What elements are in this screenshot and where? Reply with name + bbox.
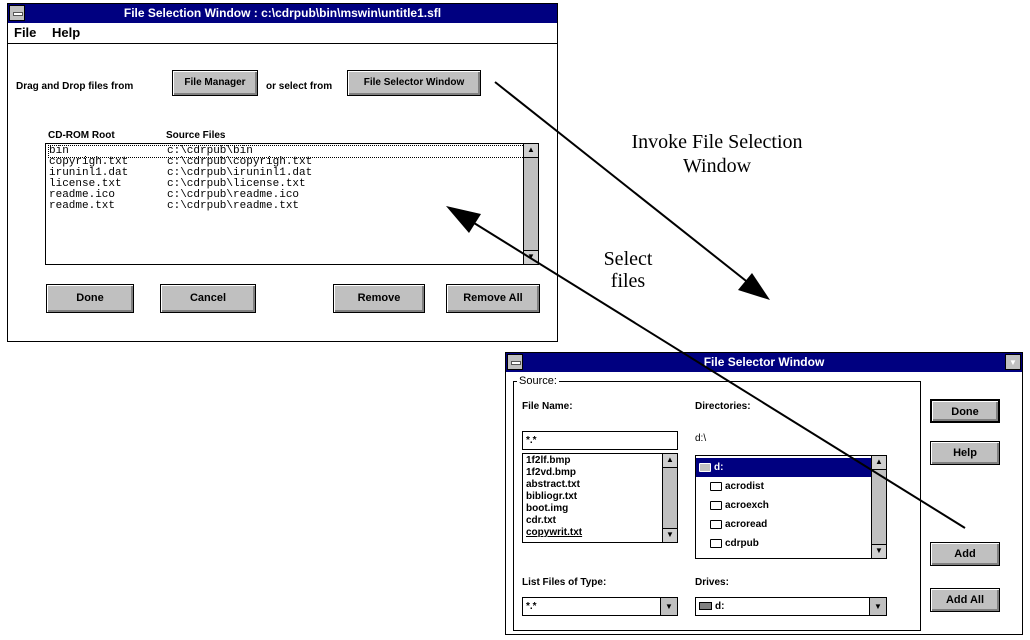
menu-bar: File Help bbox=[8, 23, 557, 44]
open-folder-icon bbox=[699, 462, 711, 472]
system-menu-icon[interactable] bbox=[9, 5, 25, 21]
folder-icon bbox=[710, 519, 722, 529]
directories-scrollbar[interactable]: ▲ ▼ bbox=[871, 456, 886, 558]
annotation-select: Select files bbox=[578, 248, 678, 292]
file-list-item[interactable]: abstract.txt bbox=[523, 479, 677, 491]
annotation-invoke-line2: Window bbox=[682, 155, 752, 177]
selector-done-button[interactable]: Done bbox=[930, 399, 1000, 423]
files-scrollbar[interactable]: ▲ ▼ bbox=[662, 454, 677, 542]
column-header-cdrom-root: CD-ROM Root bbox=[48, 130, 115, 141]
current-directory: d:\ bbox=[695, 433, 707, 444]
cancel-button[interactable]: Cancel bbox=[160, 284, 256, 313]
directory-list-item[interactable]: d: bbox=[696, 458, 871, 477]
selector-system-menu-icon[interactable] bbox=[507, 354, 523, 370]
directories-listbox-items: d: acrodist acroexch acroread cdrpub bbox=[696, 456, 886, 553]
selector-window-title: File Selector Window bbox=[703, 355, 825, 369]
folder-icon bbox=[710, 481, 722, 491]
directories-label: Directories: bbox=[695, 401, 751, 412]
folder-icon bbox=[710, 500, 722, 510]
file-selection-window: File Selection Window : c:\cdrpub\bin\ms… bbox=[7, 3, 558, 342]
directory-name: acrodist bbox=[725, 481, 764, 492]
file-type-select[interactable]: *.* ▼ bbox=[522, 597, 678, 616]
folder-icon bbox=[710, 538, 722, 548]
drives-dropdown-icon[interactable]: ▼ bbox=[869, 598, 886, 615]
directory-list-item[interactable]: acroexch bbox=[696, 496, 886, 515]
files-scroll-up-icon[interactable]: ▲ bbox=[663, 454, 677, 468]
scroll-up-icon[interactable]: ▲ bbox=[524, 144, 538, 158]
file-list-item[interactable]: 1f2vd.bmp bbox=[523, 467, 677, 479]
file-list-item[interactable]: cdr.txt bbox=[523, 515, 677, 527]
drag-drop-label: Drag and Drop files from bbox=[16, 81, 134, 92]
table-row[interactable]: readme.txt c:\cdrpub\readme.txt bbox=[49, 201, 538, 212]
file-type-dropdown-icon[interactable]: ▼ bbox=[660, 598, 677, 615]
drives-label: Drives: bbox=[695, 577, 729, 588]
files-listbox[interactable]: 1f2lf.bmp 1f2vd.bmp abstract.txt bibliogr.t… bbox=[522, 453, 678, 543]
selector-title-bar[interactable]: File Selector Window ▼ bbox=[506, 353, 1022, 372]
file-name-label: File Name: bbox=[522, 401, 573, 412]
annotation-select-line1: Select bbox=[603, 248, 653, 270]
scroll-down-icon[interactable]: ▼ bbox=[524, 250, 538, 264]
menu-file[interactable]: File bbox=[8, 23, 42, 40]
file-selector-window-button[interactable]: File Selector Window bbox=[347, 70, 481, 96]
file-type-value: *.* bbox=[526, 601, 537, 612]
files-listbox-items: 1f2lf.bmp 1f2vd.bmp abstract.txt bibliogr.t… bbox=[523, 454, 677, 539]
invoke-arrow-head-icon bbox=[738, 273, 770, 300]
file-list-item[interactable]: copywrit.txt bbox=[523, 527, 677, 539]
list-files-of-type-label: List Files of Type: bbox=[522, 577, 607, 588]
dirs-scroll-down-icon[interactable]: ▼ bbox=[872, 544, 886, 558]
directory-list-item[interactable]: cdrpub bbox=[696, 534, 886, 553]
source-label: Source: bbox=[517, 375, 559, 387]
minimize-icon[interactable]: ▼ bbox=[1005, 354, 1021, 370]
remove-button[interactable]: Remove bbox=[333, 284, 425, 313]
file-list-item[interactable]: 1f2lf.bmp bbox=[523, 455, 677, 467]
file-list-rows: bin c:\cdrpub\bin copyrigh.txt c:\cdrpub\co… bbox=[46, 144, 539, 212]
annotation-select-line2: files bbox=[610, 270, 646, 292]
file-list-item[interactable]: bibliogr.txt bbox=[523, 491, 677, 503]
directories-listbox[interactable]: d: acrodist acroexch acroread cdrpub ▲ ▼ bbox=[695, 455, 887, 559]
add-all-button[interactable]: Add All bbox=[930, 588, 1000, 612]
directory-name: acroread bbox=[725, 519, 768, 530]
directory-name: acroexch bbox=[725, 500, 769, 511]
directory-name: cdrpub bbox=[725, 538, 759, 549]
or-select-label: or select from bbox=[266, 81, 333, 92]
annotation-invoke: Invoke File Selection Window bbox=[592, 130, 842, 178]
column-header-source-files: Source Files bbox=[166, 130, 226, 141]
selector-help-button[interactable]: Help bbox=[930, 441, 1000, 465]
directory-list-item[interactable]: acroread bbox=[696, 515, 886, 534]
drives-select[interactable]: d: ▼ bbox=[695, 597, 887, 616]
drive-value: d: bbox=[715, 601, 725, 612]
drive-icon bbox=[699, 602, 712, 611]
files-scroll-down-icon[interactable]: ▼ bbox=[663, 528, 677, 542]
cdrom-root-cell: readme.txt bbox=[49, 200, 116, 212]
done-button[interactable]: Done bbox=[46, 284, 134, 313]
directory-name: d: bbox=[714, 462, 724, 473]
file-list-scrollbar[interactable]: ▲ ▼ bbox=[523, 144, 538, 264]
directory-list-item[interactable]: acrodist bbox=[696, 477, 886, 496]
add-button[interactable]: Add bbox=[930, 542, 1000, 566]
source-file-cell: c:\cdrpub\readme.txt bbox=[167, 200, 300, 212]
main-window-title: File Selection Window : c:\cdrpub\bin\ms… bbox=[123, 6, 442, 20]
main-title-bar[interactable]: File Selection Window : c:\cdrpub\bin\ms… bbox=[8, 4, 557, 23]
file-list[interactable]: bin c:\cdrpub\bin copyrigh.txt c:\cdrpub\co… bbox=[45, 143, 539, 265]
menu-help[interactable]: Help bbox=[46, 23, 86, 40]
file-manager-button[interactable]: File Manager bbox=[172, 70, 258, 96]
file-name-input[interactable]: *.* bbox=[522, 431, 678, 450]
file-list-item[interactable]: boot.img bbox=[523, 503, 677, 515]
annotation-invoke-line1: Invoke File Selection bbox=[631, 131, 803, 153]
dirs-scroll-up-icon[interactable]: ▲ bbox=[872, 456, 886, 470]
file-selector-window: File Selector Window ▼ Source: File Name… bbox=[505, 352, 1023, 635]
remove-all-button[interactable]: Remove All bbox=[446, 284, 540, 313]
